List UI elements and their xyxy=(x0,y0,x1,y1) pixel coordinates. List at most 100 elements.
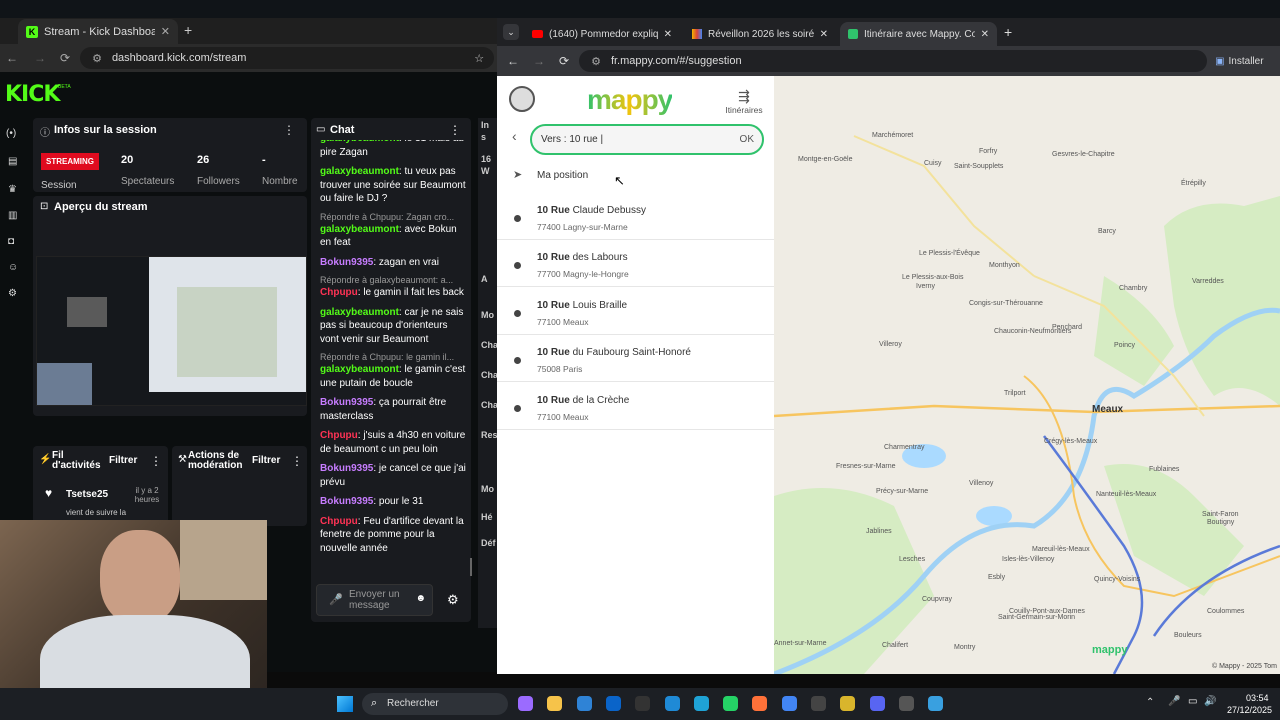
activity-user[interactable]: Tsetse25 xyxy=(66,489,108,500)
close-icon[interactable]: ✕ xyxy=(161,25,170,38)
windows-start-icon[interactable] xyxy=(337,696,353,712)
chat-username[interactable]: Chpupu xyxy=(320,516,358,527)
map-place-label[interactable]: Montry xyxy=(954,644,975,651)
edge-icon[interactable] xyxy=(693,696,709,711)
close-icon[interactable]: ✕ xyxy=(664,29,672,40)
map-place-label[interactable]: Quincy-Voisins xyxy=(1094,576,1140,583)
tray-chevron-icon[interactable]: ⌃ xyxy=(1146,697,1154,708)
clock-time[interactable]: 03:54 xyxy=(1246,693,1269,703)
chat-username[interactable]: galaxybeaumont xyxy=(320,224,399,235)
tab-kick-dashboard[interactable]: K Stream - Kick Dashboard ✕ xyxy=(18,19,178,44)
map-place-label[interactable]: Chalifert xyxy=(882,642,908,649)
map-place-label[interactable]: Villenoy xyxy=(969,480,993,487)
suggestion-item[interactable]: 10 Rue Claude Debussy 77400 Lagny-sur-Mar… xyxy=(497,193,774,240)
chrome-icon[interactable] xyxy=(781,696,797,711)
terminal-icon[interactable] xyxy=(635,696,651,711)
bookmark-star-icon[interactable]: ☆ xyxy=(474,52,484,65)
address-bar[interactable]: ⚙ dashboard.kick.com/stream ☆ xyxy=(80,47,495,69)
map-place-label[interactable]: Saint-Faron xyxy=(1202,511,1239,518)
more-icon[interactable]: ⋮ xyxy=(449,123,461,137)
close-icon[interactable]: ✕ xyxy=(820,29,828,40)
map-view[interactable]: Marchémoret Montge-en-Goële Cuisy Saint-Sou… xyxy=(774,76,1280,674)
dashboard-icon[interactable]: ▤ xyxy=(8,156,17,167)
my-position-row[interactable]: ➤ Ma position xyxy=(497,164,774,190)
map-place-label[interactable]: Chauconin-Neufmontiers xyxy=(994,328,1071,335)
reload-icon[interactable]: ⟳ xyxy=(60,51,70,65)
map-place-label[interactable]: Cuisy xyxy=(924,160,942,167)
taskbar-search[interactable]: ⌕ Rechercher xyxy=(362,693,508,715)
map-place-label[interactable]: Chambry xyxy=(1119,285,1147,292)
back-icon[interactable]: ← xyxy=(6,51,18,65)
chat-username[interactable]: Bokun9395 xyxy=(320,463,373,474)
obs-icon[interactable] xyxy=(811,696,826,711)
itineraries-button[interactable]: ⇶ Itinéraires xyxy=(722,88,766,115)
address-bar[interactable]: ⚙ fr.mappy.com/#/suggestion xyxy=(579,50,1208,72)
chat-scrollbar[interactable] xyxy=(470,558,472,576)
ok-button[interactable]: OK xyxy=(740,134,754,145)
map-place-label[interactable]: Fresnes-sur-Marne xyxy=(836,463,896,470)
chat-username[interactable]: galaxybeaumont xyxy=(320,364,399,375)
close-icon[interactable]: ✕ xyxy=(981,29,989,40)
forward-icon[interactable]: → xyxy=(34,51,46,65)
moderation-filter-button[interactable]: Filtrer xyxy=(252,455,280,466)
tab-search-button[interactable]: ⌄ xyxy=(503,24,519,40)
mappy-logo[interactable]: mappy xyxy=(587,84,673,116)
emoji-icon[interactable]: ☻ xyxy=(415,593,426,604)
map-place-label[interactable]: Saint-Soupplets xyxy=(954,163,1003,170)
copilot-icon[interactable] xyxy=(518,696,533,711)
map-place-label[interactable]: Forfry xyxy=(979,148,997,155)
chat-username[interactable]: Chpupu xyxy=(320,287,358,298)
map-place-label[interactable]: Villeroy xyxy=(879,341,902,348)
outlook-icon[interactable] xyxy=(605,696,621,711)
more-icon[interactable]: ⋮ xyxy=(291,454,303,468)
map-place-label[interactable]: Boutigny xyxy=(1207,519,1234,526)
site-info-icon[interactable]: ⚙ xyxy=(591,55,601,68)
map-place-label[interactable]: Le Plessis-aux-Bois xyxy=(902,274,963,281)
map-place-label[interactable]: Fublaines xyxy=(1149,466,1179,473)
map-place-label[interactable]: Trilport xyxy=(1004,390,1026,397)
suggestion-item[interactable]: 10 Rue de la Crèche 77100 Meaux xyxy=(497,383,774,430)
map-place-label[interactable]: Coulommes xyxy=(1207,608,1244,615)
chat-settings-icon[interactable]: ⚙ xyxy=(447,592,459,608)
tab-youtube[interactable]: (1640) Pommedor explique co ✕ xyxy=(524,22,680,46)
map-place-label[interactable]: Iverny xyxy=(916,283,935,290)
map-place-label[interactable]: Isles-lès-Villenoy xyxy=(1002,556,1054,563)
more-icon[interactable]: ⋮ xyxy=(150,454,162,468)
chat-username[interactable]: galaxybeaumont xyxy=(320,166,399,177)
store-icon[interactable] xyxy=(576,696,592,711)
chat-username[interactable]: galaxybeaumont xyxy=(320,307,399,318)
map-place-label[interactable]: Varreddes xyxy=(1192,278,1224,285)
chat-username[interactable]: Bokun9395 xyxy=(320,397,373,408)
map-place-label[interactable]: Monthyon xyxy=(989,262,1020,269)
map-place-label[interactable]: Lesches xyxy=(899,556,925,563)
notepad-icon[interactable] xyxy=(928,696,944,711)
whatsapp-icon[interactable] xyxy=(723,696,739,711)
chart-icon[interactable]: ▥ xyxy=(8,210,17,221)
map-place-label[interactable]: Gesvres-le-Chapitre xyxy=(1052,151,1115,158)
app-icon[interactable] xyxy=(840,696,856,711)
back-arrow-icon[interactable]: ‹ xyxy=(512,128,517,144)
stream-icon[interactable]: (•) xyxy=(6,128,16,139)
kick-logo[interactable]: KICK xyxy=(5,82,60,107)
chat-username[interactable]: galaxybeaumont xyxy=(320,140,399,144)
chat-username[interactable]: Chpupu xyxy=(320,430,358,441)
install-button[interactable]: ▣ Installer xyxy=(1215,56,1263,67)
map-place-label[interactable]: Mareuil-lès-Meaux xyxy=(1032,546,1090,553)
new-tab-button[interactable]: + xyxy=(1004,24,1012,40)
photos-icon[interactable] xyxy=(664,696,680,711)
back-icon[interactable]: ← xyxy=(507,54,519,68)
map-place-label[interactable]: Le Plessis-l'Évêque xyxy=(919,250,980,257)
more-icon[interactable]: ⋮ xyxy=(283,123,295,137)
forward-icon[interactable]: → xyxy=(533,54,545,68)
map-place-label[interactable]: Charmentray xyxy=(884,444,924,451)
map-place-label[interactable]: Marchémoret xyxy=(872,132,913,139)
account-icon[interactable] xyxy=(509,86,535,112)
map-place-label[interactable]: Jablines xyxy=(866,528,892,535)
trophy-icon[interactable]: ♛ xyxy=(8,184,17,195)
map-place-label[interactable]: Meaux xyxy=(1092,404,1123,415)
camera-icon[interactable]: ◘ xyxy=(8,236,14,247)
file-explorer-icon[interactable] xyxy=(547,696,563,711)
destination-input[interactable]: Vers : 10 rue | OK xyxy=(530,124,764,155)
discord-icon[interactable] xyxy=(869,696,885,711)
suggestion-item[interactable]: 10 Rue des Labours 77700 Magny-le-Hongre xyxy=(497,240,774,288)
